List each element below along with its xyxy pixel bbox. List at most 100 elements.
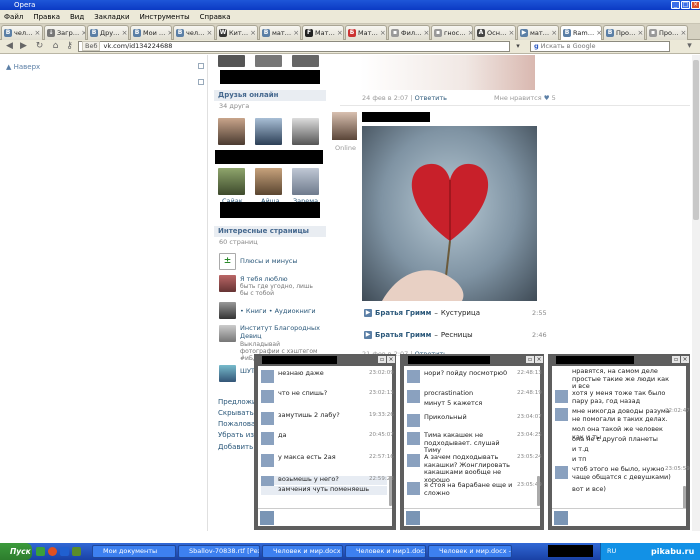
menu-help[interactable]: Справка	[200, 13, 231, 21]
tab-item[interactable]: B Ram… ×	[560, 25, 602, 40]
tab-close-icon[interactable]: ×	[681, 29, 687, 37]
chat-window-1[interactable]: ▫ × незнаю даже 23:02:09 что не спишь? 23:0…	[254, 354, 396, 530]
friend-avatar[interactable]	[292, 55, 319, 67]
track-title[interactable]: Кустурица	[441, 309, 480, 317]
tab-item[interactable]: B Про… ×	[603, 25, 645, 40]
grid-icon[interactable]	[198, 63, 204, 69]
chat-scrollbar[interactable]	[537, 476, 540, 506]
friends-online-header[interactable]: Друзья онлайн	[214, 90, 326, 101]
minimize-button[interactable]: _	[671, 1, 680, 9]
tab-item[interactable]: BМои …×	[130, 25, 172, 40]
friend-avatar[interactable]	[218, 55, 245, 67]
track-artist[interactable]: Братья Гримм	[375, 309, 431, 317]
settings-icon[interactable]	[198, 79, 204, 85]
dropdown-arrow-icon[interactable]: ▾	[512, 41, 524, 52]
menu-view[interactable]: Вид	[70, 13, 84, 21]
friend-avatar[interactable]	[255, 118, 282, 145]
chat-scrollbar[interactable]	[389, 476, 392, 506]
track-artist[interactable]: Братья Гримм	[375, 331, 431, 339]
chat-close-icon[interactable]: ×	[681, 356, 689, 363]
page-avatar[interactable]	[219, 325, 236, 342]
tab-close-icon[interactable]: ×	[293, 29, 299, 37]
author-avatar[interactable]	[332, 112, 357, 140]
sender-avatar[interactable]	[407, 370, 420, 383]
like-button[interactable]: Мне нравится ♥ 5	[494, 94, 556, 102]
tab-close-icon[interactable]: ×	[250, 29, 256, 37]
sender-avatar[interactable]	[261, 432, 274, 445]
reply-link[interactable]: Ответить	[415, 94, 447, 102]
page-link[interactable]: Я тебя люблю	[240, 275, 288, 283]
tab-item[interactable]: ▪гнос…×	[431, 25, 473, 40]
start-button[interactable]: Пуск	[0, 543, 32, 560]
tab-item[interactable]: B Дру… ×	[87, 25, 129, 40]
page-scrollbar-thumb[interactable]	[693, 60, 699, 220]
tab-close-icon[interactable]: ×	[468, 29, 472, 37]
tab-close-icon[interactable]: ×	[380, 29, 386, 37]
interesting-pages-header[interactable]: Интересные страницы	[214, 226, 326, 237]
chat-minimize-icon[interactable]: ▫	[378, 356, 386, 363]
back-arrow-icon[interactable]: ◀	[4, 41, 15, 52]
chat-minimize-icon[interactable]: ▫	[526, 356, 534, 363]
menu-bookmarks[interactable]: Закладки	[94, 13, 129, 21]
friend-avatar[interactable]	[218, 168, 245, 195]
play-icon[interactable]: ▶	[364, 331, 372, 339]
tab-close-icon[interactable]: ×	[596, 29, 601, 37]
page-link[interactable]: • Книги • Аудиокниги	[240, 307, 316, 315]
page-link[interactable]: Институт Благородных Девиц	[240, 324, 320, 340]
menu-file[interactable]: Файл	[4, 13, 23, 21]
taskbar-item[interactable]: Человек и мир.docx - Mi…	[262, 545, 343, 558]
tab-close-icon[interactable]: ×	[508, 29, 514, 37]
tab-item[interactable]: ▪ Про… ×	[646, 25, 688, 40]
sender-avatar[interactable]	[555, 466, 568, 479]
quicklaunch-icon[interactable]	[60, 547, 69, 556]
key-icon[interactable]: ⚷	[64, 41, 75, 52]
sender-avatar[interactable]	[407, 454, 420, 467]
sender-avatar[interactable]	[407, 432, 420, 445]
friend-avatar[interactable]	[292, 168, 319, 195]
track-title[interactable]: Ресницы	[441, 331, 473, 339]
tab-item[interactable]: Bмат… ×	[259, 25, 301, 40]
tab-close-icon[interactable]: ×	[337, 29, 343, 37]
tab-item[interactable]: F Мат… ×	[302, 25, 344, 40]
plus-minus-icon[interactable]: ±	[219, 253, 236, 270]
keyboard-layout[interactable]: RU	[607, 547, 616, 555]
sender-avatar[interactable]	[261, 454, 274, 467]
post-image-top[interactable]	[360, 55, 535, 90]
tab-close-icon[interactable]: ×	[638, 29, 644, 37]
tab-item[interactable]: W Кит… ×	[216, 25, 258, 40]
forward-arrow-icon[interactable]: ▶	[18, 41, 29, 52]
search-input[interactable]: g Искать в Google	[530, 41, 670, 52]
friend-avatar[interactable]	[255, 55, 282, 67]
taskbar-item[interactable]: Человек и мир.docx - Mi…	[428, 545, 512, 558]
sender-avatar[interactable]	[555, 408, 568, 421]
close-button[interactable]: ×	[691, 1, 700, 9]
chat-window-2[interactable]: ▫ × нори? пойду посмотрю0 22:48:13 procras…	[400, 354, 544, 530]
friend-avatar[interactable]	[292, 118, 319, 145]
quicklaunch-icon[interactable]	[36, 547, 45, 556]
tab-item[interactable]: ▪ Фил… ×	[388, 25, 430, 40]
taskbar-item[interactable]: Мои документы	[92, 545, 176, 558]
quicklaunch-icon[interactable]	[48, 547, 57, 556]
tab-item[interactable]: Bчел… ×	[173, 25, 215, 40]
chat-window-3[interactable]: ▫ × нравятся, на самом деле простые таки…	[548, 354, 690, 530]
page-link[interactable]: Плюсы и минусы	[240, 257, 298, 265]
maximize-button[interactable]: □	[681, 1, 690, 9]
chat-input[interactable]	[552, 508, 686, 526]
page-avatar[interactable]	[219, 302, 236, 319]
taskbar-item[interactable]: Человек и мир1.docx - …	[345, 545, 426, 558]
tab-item[interactable]: ↓Загр…×	[44, 25, 86, 40]
sender-avatar[interactable]	[261, 390, 274, 403]
tab-item[interactable]: Б Мат… ×	[345, 25, 387, 40]
taskbar-item[interactable]: Sballov-70838.rtf [Режи…	[178, 545, 260, 558]
post-photo[interactable]	[362, 126, 537, 301]
tab-close-icon[interactable]: ×	[207, 29, 213, 37]
search-dropdown-icon[interactable]: ▾	[684, 41, 695, 52]
menu-edit[interactable]: Правка	[33, 13, 60, 21]
audio-track[interactable]: ▶ Братья Гримм – Ресницы 2:46	[364, 331, 547, 339]
page-avatar[interactable]	[219, 275, 236, 292]
tab-item[interactable]: A Осн… ×	[474, 25, 516, 40]
friend-avatar[interactable]	[218, 118, 245, 145]
page-avatar[interactable]	[219, 365, 236, 382]
chat-input[interactable]	[404, 508, 540, 526]
tab-item[interactable]: ▶ мат… ×	[517, 25, 559, 40]
